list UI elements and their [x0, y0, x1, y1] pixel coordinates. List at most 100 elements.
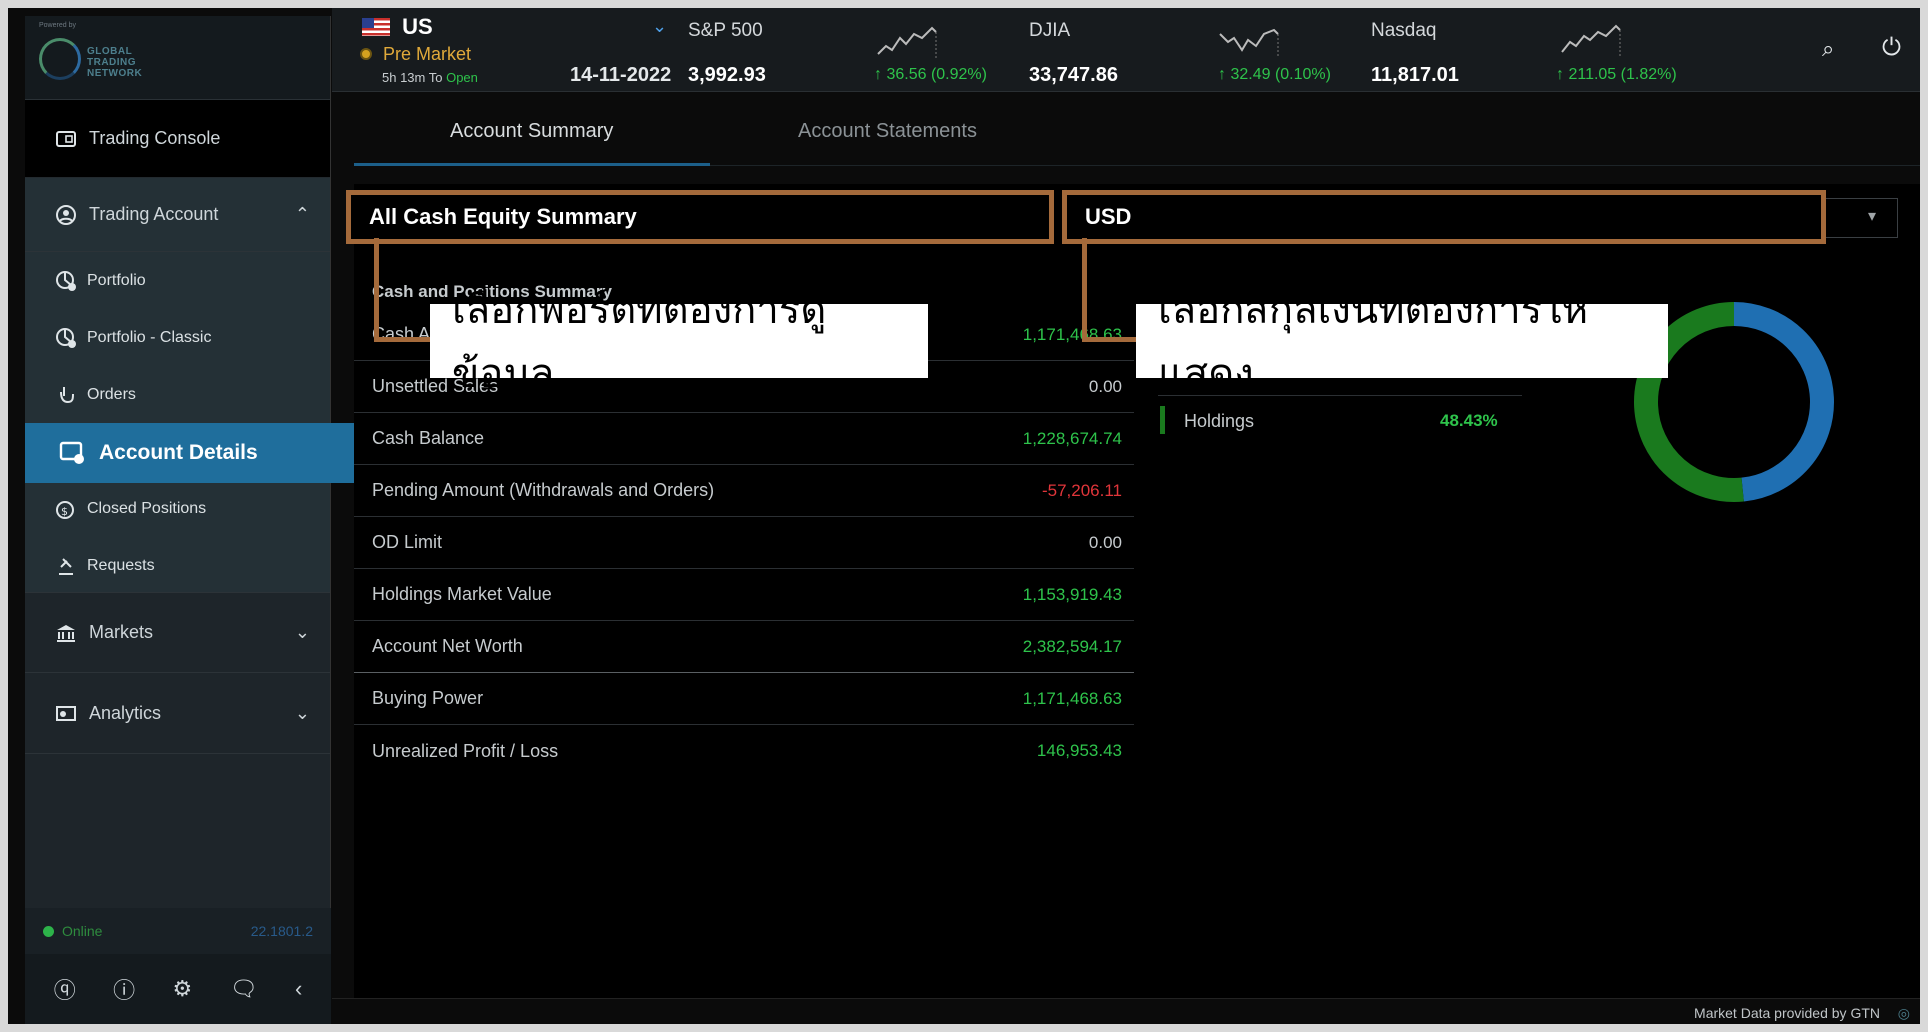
tab-bar: Account Summary Account Statements	[354, 100, 1920, 166]
sidebar-item-closed-positions[interactable]: $ Closed Positions	[25, 480, 206, 537]
market-state: Open	[446, 70, 478, 85]
table-row: OD Limit 0.00	[354, 517, 1134, 569]
sidebar-item-account-details[interactable]: Account Details	[25, 423, 355, 483]
donut-slice-0[interactable]	[1733, 302, 1834, 502]
sidebar-item-label: Portfolio	[87, 271, 146, 289]
app-window: Powered by GLOBAL TRADING NETWORK Trading …	[8, 8, 1920, 1024]
market-date: 14-11-2022	[570, 64, 672, 86]
nav-analytics[interactable]: Analytics ⌄	[25, 673, 330, 754]
callout-connector	[1082, 238, 1087, 342]
brand-logo: Powered by GLOBAL TRADING NETWORK	[25, 16, 330, 100]
legend-label: Holdings	[1184, 411, 1255, 431]
sidebar-item-label: Portfolio - Classic	[87, 328, 212, 346]
market-data-credit: Market Data provided by GTN	[1694, 1005, 1880, 1021]
sidebar-item-portfolio[interactable]: Portfolio	[25, 252, 330, 309]
currency-select-value: USD	[1085, 204, 1132, 229]
callout-connector	[1082, 337, 1138, 342]
market-ticker-bar: US ⌄ Pre Market 5h 13m To Open 14-11-202…	[332, 8, 1920, 92]
nav-trading-account[interactable]: Trading Account ⌃	[25, 178, 330, 252]
gtn-logo-icon	[39, 38, 81, 80]
index-value: 11,817.01	[1371, 64, 1459, 86]
sidebar-item-label: Requests	[87, 556, 155, 574]
sidebar-item-portfolio-classic[interactable]: Portfolio - Classic	[25, 309, 330, 366]
callout-connector	[374, 337, 430, 342]
sidebar-item-orders[interactable]: Orders	[25, 366, 330, 423]
market-selector[interactable]: US	[362, 14, 433, 40]
index-name: DJIA	[1029, 20, 1071, 41]
bank-icon	[55, 622, 77, 644]
requests-icon	[55, 555, 77, 577]
nav-markets-label: Markets	[89, 622, 154, 642]
version-label: 22.1801.2	[250, 923, 313, 939]
power-icon[interactable]: ⏻	[1882, 34, 1901, 62]
account-summary-panel: ▾ All Cash Equity Summary USD Cash and P…	[346, 184, 1920, 999]
status-label: Online	[62, 923, 103, 939]
table-row: Holdings Market Value 1,153,919.43	[354, 569, 1134, 621]
nav-trading-console-label: Trading Console	[89, 128, 221, 148]
collapse-icon[interactable]: ‹	[295, 976, 302, 1002]
search-icon[interactable]: ⌕	[1822, 36, 1834, 62]
currency-select[interactable]: USD	[1062, 190, 1826, 244]
chevron-down-icon[interactable]: ⌄	[652, 16, 667, 37]
portfolio-select[interactable]: All Cash Equity Summary	[346, 190, 1054, 244]
portfolio-classic-icon	[55, 327, 77, 349]
sparkline-icon	[877, 26, 937, 58]
orders-icon	[55, 384, 77, 406]
closed-positions-icon: $	[55, 498, 77, 520]
us-flag-icon	[362, 18, 390, 36]
index-value: 3,992.93	[688, 64, 766, 86]
sidebar-item-label: Account Details	[99, 441, 258, 464]
nav-trading-account-label: Trading Account	[89, 204, 219, 224]
chevron-down-icon[interactable]: ⌄	[295, 622, 310, 643]
index-name: Nasdaq	[1371, 20, 1437, 41]
index-value: 33,747.86	[1029, 64, 1118, 86]
sparkline-icon	[1219, 28, 1279, 58]
analytics-icon	[55, 702, 77, 724]
nav-markets[interactable]: Markets ⌄	[25, 592, 330, 673]
legend-value: 48.43%	[1440, 411, 1498, 430]
callout-connector	[374, 238, 379, 342]
market-status: Pre Market	[360, 44, 471, 65]
sidebar-item-requests[interactable]: Requests	[25, 537, 155, 594]
chevron-up-icon[interactable]: ⌃	[295, 204, 310, 225]
footer-bar: Market Data provided by GTN ◎	[332, 998, 1920, 1024]
tab-account-summary[interactable]: Account Summary	[450, 120, 613, 143]
chevron-down-icon[interactable]: ⌄	[295, 703, 310, 724]
sparkline-icon	[1561, 24, 1621, 58]
index-change: ↑ 32.49 (0.10%)	[1218, 66, 1331, 83]
online-dot-icon	[43, 925, 54, 937]
svg-text:$: $	[61, 505, 68, 518]
portfolio-select-value: All Cash Equity Summary	[369, 204, 637, 229]
console-icon	[55, 128, 77, 150]
active-tab-underline	[354, 163, 710, 166]
user-circle-icon	[55, 204, 77, 226]
legend-swatch	[1160, 406, 1165, 434]
info-icon[interactable]: ⓘ	[113, 973, 135, 1005]
table-row: Pending Amount (Withdrawals and Orders) -…	[354, 465, 1134, 517]
account-details-icon	[59, 440, 85, 466]
sidebar: Powered by GLOBAL TRADING NETWORK Trading …	[25, 16, 355, 1024]
market-code: US	[402, 14, 433, 39]
nav-trading-console[interactable]: Trading Console	[25, 100, 330, 178]
index-change: ↑ 211.05 (1.82%)	[1556, 66, 1677, 83]
currency-callout: เลือกสกุลเงินที่ต้องการให้แสดง	[1136, 288, 1668, 396]
gear-icon[interactable]: ⚙	[173, 976, 193, 1002]
tab-account-statements[interactable]: Account Statements	[798, 120, 977, 143]
portfolio-callout: เลือกพอร์ตที่ต้องการดูข้อมูล	[430, 288, 928, 396]
table-row: Unrealized Profit / Loss 146,953.43	[372, 740, 1122, 761]
feedback-icon[interactable]: 🗨	[230, 976, 258, 1002]
gtn-logo-icon: ◎	[1897, 1005, 1910, 1021]
nav-analytics-label: Analytics	[89, 702, 162, 723]
market-countdown: 5h 13m To Open	[382, 70, 478, 85]
portfolio-icon	[55, 270, 77, 292]
sidebar-item-label: Orders	[87, 385, 136, 403]
table-row: Buying Power 1,171,468.63	[354, 673, 1134, 725]
caret-down-icon[interactable]: ▾	[1868, 206, 1876, 226]
connection-status: Online 22.1801.2	[25, 908, 331, 954]
table-row: Cash Balance 1,228,674.74	[354, 413, 1134, 465]
help-icon[interactable]: ⓠ	[54, 973, 76, 1005]
index-change: ↑ 36.56 (0.92%)	[874, 66, 987, 83]
brand-name: GLOBAL TRADING NETWORK	[87, 46, 143, 79]
table-row: Account Net Worth 2,382,594.17	[354, 621, 1134, 673]
sidebar-footer: ⓠ ⓘ ⚙ 🗨 ‹	[25, 954, 331, 1024]
